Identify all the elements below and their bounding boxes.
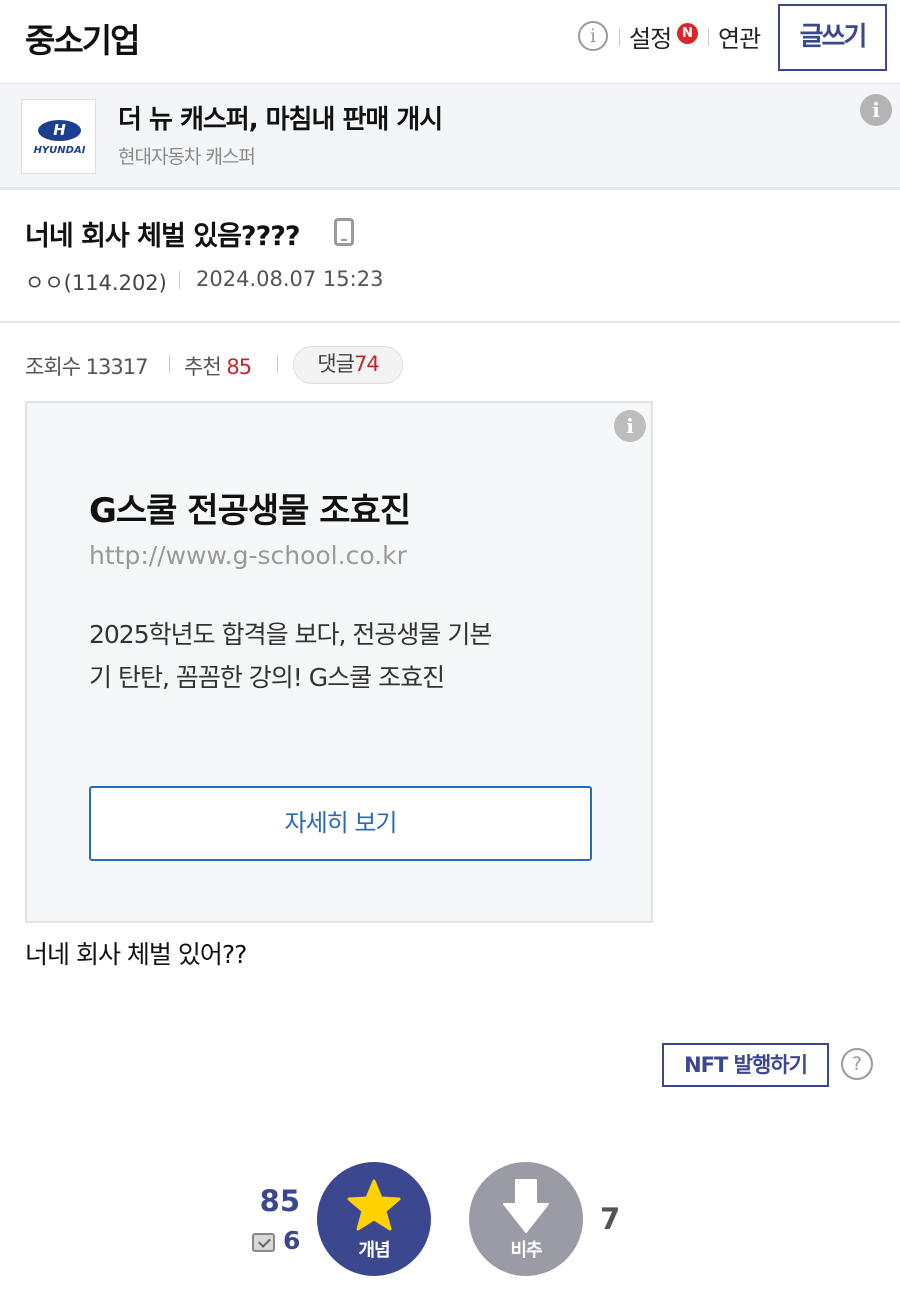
ad-desc-line: 기 탄탄, 꼼꼼한 강의! G스쿨 조효진 [89, 663, 445, 692]
arrow-down-icon [503, 1179, 549, 1233]
ad-desc-line: 2025학년도 합격을 보다, 전공생물 기본 [89, 620, 492, 649]
post-title: 너네 회사 체벌 있음???? [25, 221, 301, 252]
related-news-banner[interactable]: H HYUNDAI 더 뉴 캐스퍼, 마침내 판매 개시 현대자동차 캐스퍼 i [0, 84, 900, 190]
ad-card[interactable]: i G스쿨 전공생물 조효진 http://www.g-school.co.kr… [25, 401, 653, 923]
downvote-label: 비추 [510, 1240, 542, 1261]
hyundai-logo: H HYUNDAI [21, 99, 96, 174]
header-divider [619, 28, 620, 46]
comment-value: 74 [353, 352, 380, 376]
comment-count-button[interactable]: 댓글74 [293, 346, 403, 384]
recommend-count: 추천 85 [184, 351, 252, 381]
ad-url[interactable]: http://www.g-school.co.kr [89, 541, 407, 570]
upvote-button[interactable]: 개념 [317, 1162, 431, 1276]
section-divider [0, 321, 900, 323]
ad-title[interactable]: G스쿨 전공생물 조효진 [89, 483, 411, 532]
view-count: 조회수 13317 [25, 351, 149, 381]
recommend-value: 85 [226, 355, 252, 379]
top-header: 중소기업 i 설정 N 연관 글쓰기 [0, 0, 900, 84]
ad-description: 2025학년도 합격을 보다, 전공생물 기본 기 탄탄, 꼼꼼한 강의! G스… [89, 613, 609, 699]
comment-label: 댓글 [317, 352, 355, 376]
news-info-icon[interactable]: i [860, 94, 892, 126]
downvote-button[interactable]: 비추 [469, 1162, 583, 1276]
post-date: 2024.08.07 15:23 [196, 267, 384, 291]
stat-divider [277, 355, 278, 373]
nft-mint-button[interactable]: NFT 발행하기 [662, 1043, 829, 1087]
view-count-label: 조회수 [25, 355, 81, 379]
star-icon [347, 1179, 401, 1231]
gallery-title[interactable]: 중소기업 [25, 14, 140, 62]
hyundai-emblem-icon: H [38, 120, 81, 141]
settings-button[interactable]: 설정 [629, 19, 672, 54]
new-badge: N [677, 23, 698, 44]
news-subtitle: 현대자동차 캐스퍼 [118, 146, 256, 168]
news-title[interactable]: 더 뉴 캐스퍼, 마침내 판매 개시 [118, 99, 443, 136]
ad-info-icon[interactable]: i [614, 410, 646, 442]
downvote-count: 7 [600, 1202, 621, 1236]
meta-divider [179, 271, 180, 289]
fixed-recommend-count: 6 [283, 1226, 301, 1255]
upvote-label: 개념 [358, 1240, 390, 1261]
post-body: 너네 회사 체벌 있어?? [25, 940, 247, 969]
ad-details-button[interactable]: 자세히 보기 [89, 786, 592, 861]
recommend-label: 추천 [184, 355, 222, 379]
hyundai-wordmark: HYUNDAI [33, 145, 86, 156]
related-button[interactable]: 연관 [718, 19, 761, 54]
view-count-value: 13317 [85, 355, 149, 379]
upvote-count: 85 [259, 1184, 300, 1218]
write-post-button[interactable]: 글쓰기 [778, 4, 887, 71]
header-divider [708, 28, 709, 46]
post-author[interactable]: ㅇㅇ(114.202) [25, 267, 167, 297]
gallery-info-icon[interactable]: i [578, 21, 608, 51]
help-icon[interactable]: ? [841, 1048, 873, 1080]
stat-divider [169, 355, 170, 373]
mobile-icon [334, 218, 354, 246]
fixed-recommend-icon [252, 1233, 275, 1252]
